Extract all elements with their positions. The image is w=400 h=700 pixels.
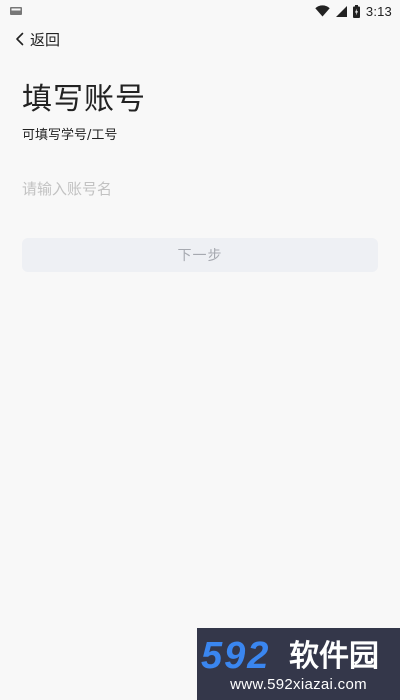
notification-icon	[10, 7, 22, 15]
watermark-logo: 592 软件园	[201, 635, 379, 676]
back-button[interactable]: 返回	[14, 28, 60, 50]
status-icons: 3:13	[315, 2, 392, 20]
status-bar: 3:13	[0, 0, 400, 22]
battery-icon	[352, 4, 360, 18]
watermark-domain: www.592xiazai.com	[230, 676, 367, 693]
app-screen: 3:13 返回 填写账号 可填写学号/工号 下一步 592 软件园 www.59…	[0, 0, 400, 700]
back-label: 返回	[30, 30, 61, 49]
next-step-label: 下一步	[177, 248, 223, 264]
signal-icon	[335, 6, 347, 17]
watermark: 592 软件园 www.592xiazai.com	[197, 628, 400, 700]
status-time: 3:13	[365, 3, 392, 19]
wifi-icon	[315, 5, 330, 17]
page-subtitle: 可填写学号/工号	[22, 128, 118, 143]
next-step-button[interactable]: 下一步	[22, 238, 378, 272]
page-title: 填写账号	[22, 82, 146, 117]
account-input[interactable]	[22, 174, 378, 204]
chevron-left-icon	[16, 32, 24, 46]
watermark-logo-number: 592	[201, 635, 270, 676]
watermark-logo-text: 软件园	[289, 639, 379, 674]
